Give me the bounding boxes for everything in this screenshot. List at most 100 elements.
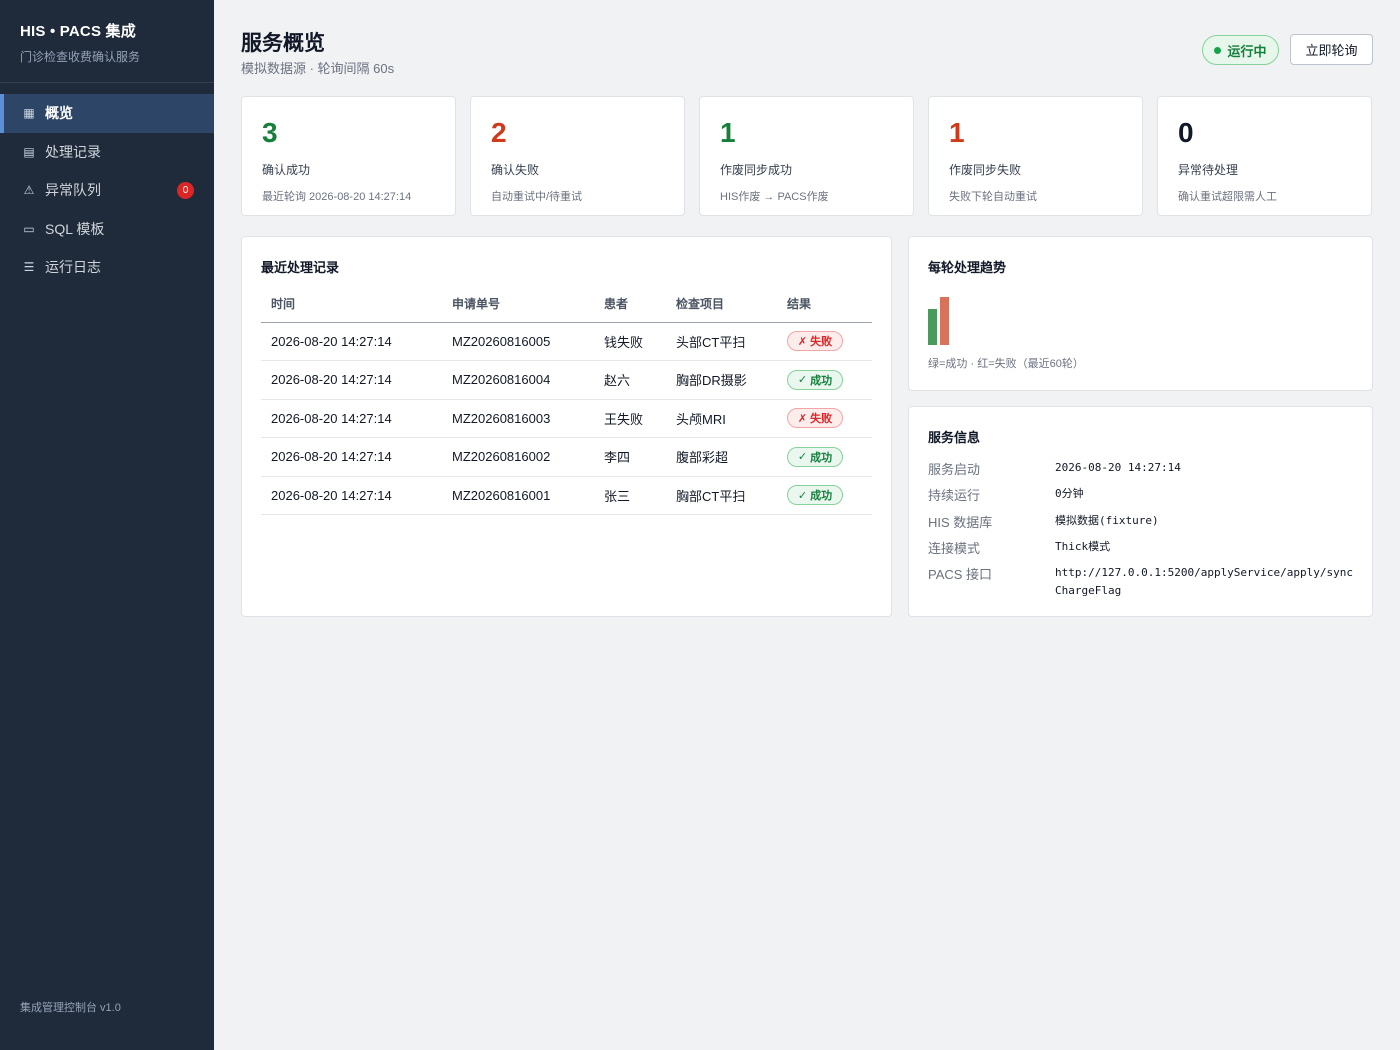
result-success-badge: ✓ 成功: [787, 446, 843, 467]
status-dot-icon: [1214, 46, 1222, 54]
table-row[interactable]: 2026-08-20 14:27:14 MZ20260816004 赵六 胸部DR摄影…: [261, 360, 872, 400]
column-header-exam-item: 检查项目: [666, 285, 777, 323]
exception-count-badge: 0: [177, 182, 194, 199]
sidebar-item-exceptions[interactable]: ⚠ 异常队列 0: [0, 171, 214, 210]
result-text: 成功: [810, 490, 833, 503]
brand: HIS • PACS 集成 门诊检查收费确认服务: [0, 0, 214, 83]
sidebar-item-label: 异常队列: [45, 182, 101, 199]
stat-subtext: 确认重试超限需人工: [1178, 191, 1277, 203]
panel-title: 最近处理记录: [261, 260, 340, 275]
column-header-time: 时间: [261, 285, 442, 323]
grid-icon: ▦: [23, 106, 35, 121]
table-row[interactable]: 2026-08-20 14:27:14 MZ20260816001 张三 胸部CT平扫…: [261, 476, 872, 515]
cell-result: ✓ 成功: [777, 476, 872, 515]
cell-patient: 王失败: [594, 399, 666, 438]
stat-label: 确认成功: [262, 163, 311, 177]
cell-request-id: MZ20260816005: [442, 322, 594, 361]
cell-request-id: MZ20260816004: [442, 360, 594, 400]
stat-subtext: HIS作废 → PACS作废: [720, 191, 829, 203]
cell-patient: 钱失败: [594, 322, 666, 361]
sidebar-item-sql-templates[interactable]: ▭ SQL 模板: [0, 210, 214, 249]
stat-card-pending-exceptions: 0 异常待处理 确认重试超限需人工: [1157, 96, 1372, 216]
stat-card-void-sync-success: 1 作废同步成功 HIS作废 → PACS作废: [699, 96, 914, 216]
database-icon: ▭: [23, 221, 35, 236]
cell-exam-item: 胸部DR摄影: [666, 360, 777, 400]
version-label: 集成管理控制台 v1.0: [20, 1002, 121, 1014]
result-text: 失败: [810, 413, 833, 426]
info-value: http://127.0.0.1:5200/applyService/apply…: [1055, 566, 1354, 597]
trend-panel: 每轮处理趋势 绿=成功 · 红=失败（最近60轮）: [908, 236, 1373, 391]
sidebar-nav: ▦ 概览 ▤ 处理记录 ⚠ 异常队列 0 ▭ SQL 模板 ☰ 运行日志: [0, 94, 214, 287]
sidebar-item-label: 运行日志: [45, 259, 101, 276]
column-header-request-id: 申请单号: [442, 285, 594, 323]
cell-request-id: MZ20260816002: [442, 437, 594, 477]
records-table-body: 2026-08-20 14:27:14 MZ20260816005 钱失败 头部CT平…: [261, 322, 872, 515]
result-text: 成功: [810, 451, 833, 464]
stat-subtext: 失败下轮自动重试: [949, 191, 1037, 203]
service-status-badge: 运行中: [1202, 35, 1279, 65]
cell-result: ✗ 失败: [777, 399, 872, 438]
sidebar-item-label: 概览: [45, 105, 73, 122]
page-subtitle: 模拟数据源 · 轮询间隔 60s: [241, 61, 395, 76]
sidebar-item-overview[interactable]: ▦ 概览: [0, 94, 214, 133]
stat-value: 0: [1178, 117, 1194, 148]
page-title: 服务概览: [241, 32, 325, 55]
check-icon: ✓: [797, 489, 808, 502]
result-fail-badge: ✗ 失败: [787, 408, 843, 429]
check-icon: ✓: [797, 374, 808, 387]
cross-icon: ✗: [797, 412, 808, 425]
table-row[interactable]: 2026-08-20 14:27:14 MZ20260816002 李四 腹部彩超 ✓ 成…: [261, 437, 872, 477]
stat-subtext: 自动重试中/待重试: [491, 191, 583, 203]
stat-value: 1: [720, 117, 736, 148]
service-info-panel: 服务信息 服务启动 2026-08-20 14:27:14 持续运行 0分钟 H…: [908, 406, 1373, 617]
stat-subtext: 最近轮询 2026-08-20 14:27:14: [262, 191, 412, 203]
recent-records-panel: 最近处理记录 时间 申请单号 患者 检查项目 结果 2026-08-20 14:…: [241, 236, 892, 617]
cell-result: ✓ 成功: [777, 360, 872, 400]
info-key: 连接模式: [928, 541, 981, 556]
cell-time: 2026-08-20 14:27:14: [261, 360, 442, 400]
poll-now-button[interactable]: 立即轮询: [1290, 34, 1373, 65]
result-text: 成功: [810, 374, 833, 387]
cell-patient: 赵六: [594, 360, 666, 400]
sidebar-item-label: SQL 模板: [45, 220, 105, 237]
cell-exam-item: 头部CT平扫: [666, 322, 777, 361]
cell-patient: 张三: [594, 476, 666, 515]
result-text: 失败: [810, 336, 833, 349]
info-key: 服务启动: [928, 462, 981, 477]
sidebar-item-records[interactable]: ▤ 处理记录: [0, 133, 214, 172]
cell-exam-item: 胸部CT平扫: [666, 476, 777, 515]
column-header-result: 结果: [777, 285, 872, 323]
cell-time: 2026-08-20 14:27:14: [261, 476, 442, 515]
info-value: 0分钟: [1055, 487, 1084, 500]
info-row-connection-mode: 连接模式 Thick模式: [928, 538, 1356, 557]
stat-card-void-sync-failed: 1 作废同步失败 失败下轮自动重试: [928, 96, 1143, 216]
cell-patient: 李四: [594, 437, 666, 477]
cell-time: 2026-08-20 14:27:14: [261, 399, 442, 438]
info-row-uptime: 持续运行 0分钟: [928, 485, 1356, 504]
sidebar: HIS • PACS 集成 门诊检查收费确认服务 ▦ 概览 ▤ 处理记录 ⚠ 异…: [0, 0, 214, 1050]
stat-card-confirm-failed: 2 确认失败 自动重试中/待重试: [470, 96, 685, 216]
result-fail-badge: ✗ 失败: [787, 331, 843, 352]
warning-icon: ⚠: [23, 183, 35, 198]
panel-title: 每轮处理趋势: [928, 260, 1007, 275]
trend-caption: 绿=成功 · 红=失败（最近60轮）: [928, 358, 1084, 370]
info-row-start-time: 服务启动 2026-08-20 14:27:14: [928, 459, 1356, 478]
stat-label: 作废同步成功: [720, 163, 793, 177]
list-icon: ▤: [23, 144, 35, 159]
info-value: 模拟数据(fixture): [1055, 514, 1159, 527]
table-row[interactable]: 2026-08-20 14:27:14 MZ20260816003 王失败 头颅MRI…: [261, 399, 872, 438]
check-icon: ✓: [797, 451, 808, 464]
sidebar-item-label: 处理记录: [45, 143, 101, 160]
table-row[interactable]: 2026-08-20 14:27:14 MZ20260816005 钱失败 头部CT平…: [261, 322, 872, 361]
stat-value: 3: [262, 117, 278, 148]
stat-value: 2: [491, 117, 507, 148]
cell-result: ✓ 成功: [777, 437, 872, 477]
column-header-patient: 患者: [594, 285, 666, 323]
cell-request-id: MZ20260816001: [442, 476, 594, 515]
info-row-pacs-endpoint: PACS 接口 http://127.0.0.1:5200/applyServi…: [928, 564, 1356, 600]
cell-time: 2026-08-20 14:27:14: [261, 322, 442, 361]
trend-bar-fail: [940, 297, 949, 345]
result-success-badge: ✓ 成功: [787, 369, 843, 390]
sidebar-item-logs[interactable]: ☰ 运行日志: [0, 248, 214, 287]
cell-exam-item: 腹部彩超: [666, 437, 777, 477]
